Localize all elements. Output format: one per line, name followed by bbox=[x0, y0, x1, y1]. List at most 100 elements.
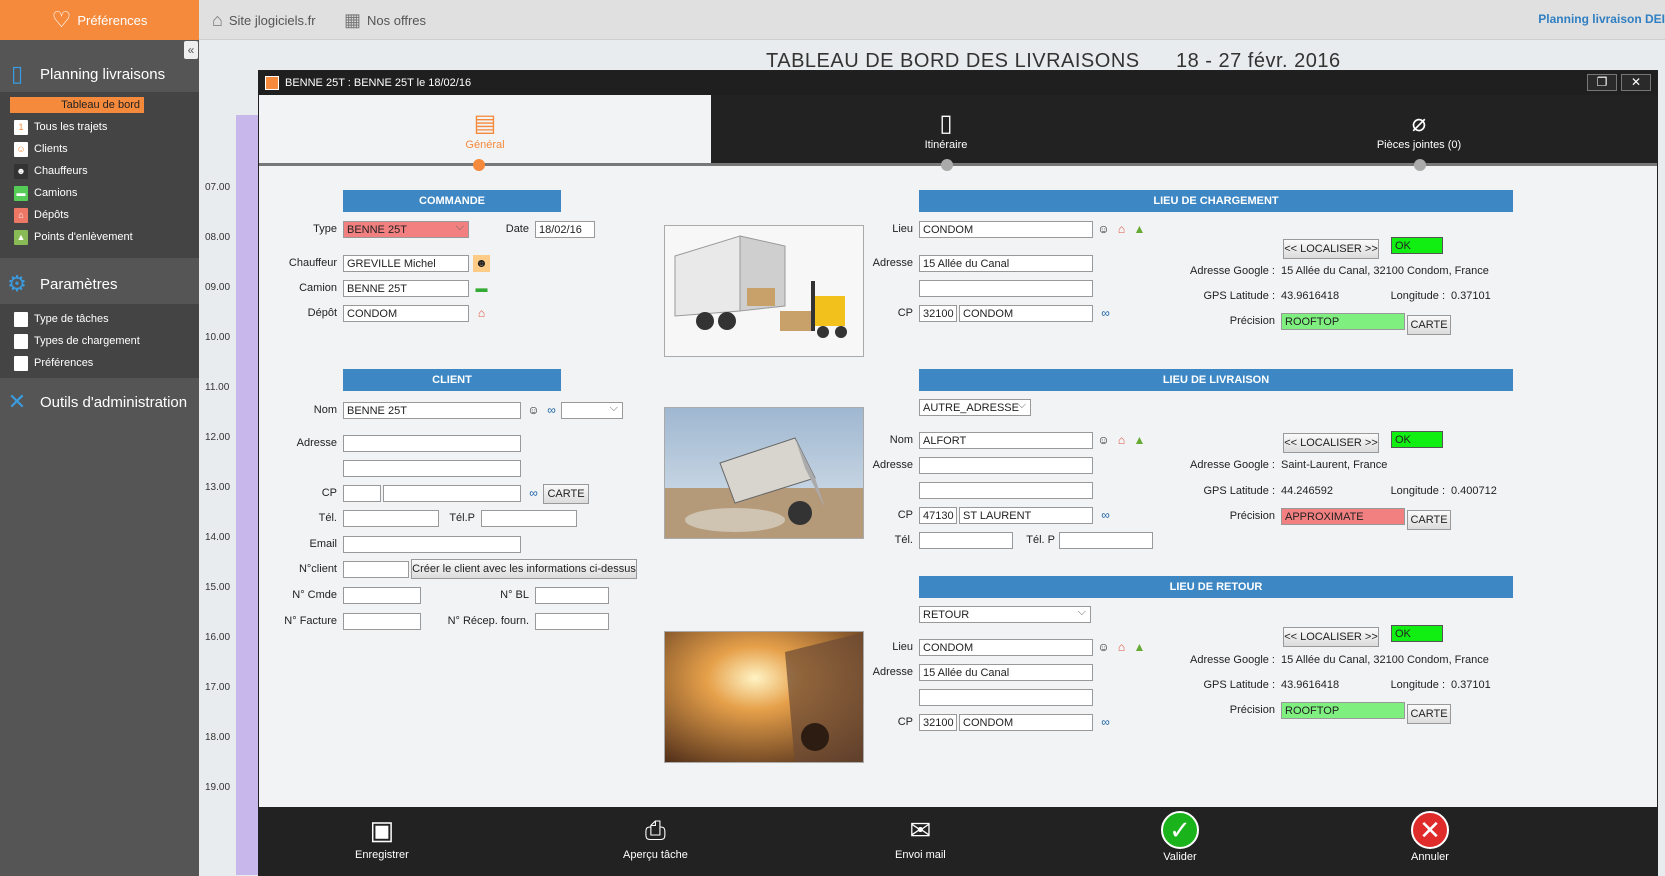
house-icon[interactable]: ⌂ bbox=[1113, 639, 1130, 656]
chargement-cp-field[interactable]: 32100 bbox=[919, 305, 957, 322]
binoculars-icon[interactable]: ∞ bbox=[543, 402, 560, 419]
sidebar-item-type-taches[interactable]: Type de tâches bbox=[0, 308, 199, 330]
client-adresse2-field[interactable] bbox=[343, 460, 521, 477]
sidebar-item-depots[interactable]: ⌂ Dépôts bbox=[0, 204, 199, 226]
sidebar-item-types-chargement[interactable]: Types de chargement bbox=[0, 330, 199, 352]
chauffeur-field[interactable]: GREVILLE Michel bbox=[343, 255, 469, 272]
livraison-localiser-button[interactable]: << LOCALISER >> bbox=[1283, 433, 1379, 453]
close-button[interactable]: ✕ bbox=[1621, 74, 1651, 91]
sidebar-item-camions[interactable]: ▬ Camions bbox=[0, 182, 199, 204]
client-email-field[interactable] bbox=[343, 536, 521, 553]
create-client-button[interactable]: Créer le client avec les informations ci… bbox=[411, 559, 637, 579]
lon-label: Longitude : bbox=[1390, 679, 1445, 691]
sidebar-item-clients[interactable]: ☺ Clients bbox=[0, 138, 199, 160]
planning-section-header[interactable]: ▯ Planning livraisons bbox=[0, 54, 199, 94]
binoculars-icon[interactable]: ∞ bbox=[1097, 507, 1114, 524]
date-field[interactable]: 18/02/16 bbox=[535, 221, 595, 238]
livraison-carte-button[interactable]: CARTE bbox=[1407, 510, 1451, 530]
driver-icon[interactable]: ☻ bbox=[473, 255, 490, 272]
planning-section-title: Planning livraisons bbox=[40, 65, 166, 83]
livraison-precision: APPROXIMATE bbox=[1281, 508, 1405, 525]
retour-lieu-field[interactable]: CONDOM bbox=[919, 639, 1093, 656]
house-icon[interactable]: ⌂ bbox=[473, 305, 490, 322]
binoculars-icon[interactable]: ∞ bbox=[1097, 305, 1114, 322]
livraison-cp-field[interactable]: 47130 bbox=[919, 507, 957, 524]
chargement-adresse2-field[interactable] bbox=[919, 280, 1093, 297]
pickup-icon[interactable]: ▲ bbox=[1131, 639, 1148, 656]
chargement-carte-button[interactable]: CARTE bbox=[1407, 315, 1451, 335]
client-icon[interactable]: ☺ bbox=[1095, 221, 1112, 238]
client-tel-field[interactable] bbox=[343, 510, 439, 527]
chargement-lieu-field[interactable]: CONDOM bbox=[919, 221, 1093, 238]
house-icon[interactable]: ⌂ bbox=[1113, 432, 1130, 449]
pickup-icon[interactable]: ▲ bbox=[1131, 432, 1148, 449]
sidebar-item-tableau-de-bord[interactable]: Tableau de bord bbox=[0, 94, 199, 116]
retour-ville-field[interactable]: CONDOM bbox=[959, 714, 1093, 731]
client-search-icon[interactable]: ☺ bbox=[525, 402, 542, 419]
chargement-adresse-field[interactable]: 15 Allée du Canal bbox=[919, 255, 1093, 272]
nbl-field[interactable] bbox=[535, 587, 609, 604]
retour-mode-select[interactable]: RETOUR bbox=[919, 606, 1091, 623]
chargement-localiser-button[interactable]: << LOCALISER >> bbox=[1283, 239, 1379, 259]
sidebar-item-chauffeurs[interactable]: ☻ Chauffeurs bbox=[0, 160, 199, 182]
livraison-adresse-field[interactable] bbox=[919, 457, 1093, 474]
livraison-ville-field[interactable]: ST LAURENT bbox=[959, 507, 1093, 524]
sidebar-item-label: Types de chargement bbox=[34, 335, 140, 347]
client-cp-field[interactable] bbox=[343, 485, 381, 502]
retour-adresse2-field[interactable] bbox=[919, 689, 1093, 706]
sidebar-item-trajets[interactable]: 1 Tous les trajets bbox=[0, 116, 199, 138]
client-icon[interactable]: ☺ bbox=[1095, 432, 1112, 449]
offers-link[interactable]: ▦ Nos offres bbox=[344, 0, 426, 40]
house-icon[interactable]: ⌂ bbox=[1113, 221, 1130, 238]
restore-button[interactable]: ❐ bbox=[1587, 74, 1617, 91]
pickup-icon[interactable]: ▲ bbox=[1131, 221, 1148, 238]
client-select[interactable] bbox=[561, 402, 623, 419]
pickup-icon: ▲ bbox=[14, 229, 28, 245]
client-telp-field[interactable] bbox=[481, 510, 577, 527]
collapse-sidebar-button[interactable]: « bbox=[184, 41, 198, 59]
binoculars-icon[interactable]: ∞ bbox=[1097, 714, 1114, 731]
mail-button[interactable]: ✉ Envoi mail bbox=[895, 811, 946, 861]
chargement-ville-field[interactable]: CONDOM bbox=[959, 305, 1093, 322]
retour-localiser-button[interactable]: << LOCALISER >> bbox=[1283, 627, 1379, 647]
tab-pieces-jointes[interactable]: ⌀ Pièces jointes (0) bbox=[1181, 95, 1657, 163]
sidebar-item-enlevement[interactable]: ▲ Points d'enlèvement bbox=[0, 226, 199, 248]
livraison-mode-select[interactable]: AUTRE_ADRESSE bbox=[919, 399, 1031, 416]
client-ville-field[interactable] bbox=[383, 485, 521, 502]
livraison-telp-field[interactable] bbox=[1059, 532, 1153, 549]
client-adresse-field[interactable] bbox=[343, 435, 521, 452]
sidebar-item-preferences[interactable]: Préférences bbox=[0, 352, 199, 374]
retour-adresse-field[interactable]: 15 Allée du Canal bbox=[919, 664, 1093, 681]
document-icon: ▯ bbox=[939, 110, 953, 137]
client-icon[interactable]: ☺ bbox=[1095, 639, 1112, 656]
retour-carte-button[interactable]: CARTE bbox=[1407, 704, 1451, 724]
site-link[interactable]: ⌂ Site jlogiciels.fr bbox=[212, 0, 316, 40]
cancel-button[interactable]: ✕ Annuler bbox=[1411, 811, 1449, 863]
tab-general[interactable]: ▤ Général bbox=[259, 95, 711, 163]
ncmde-field[interactable] bbox=[343, 587, 421, 604]
params-menu: Type de tâches Types de chargement Préfé… bbox=[0, 304, 199, 378]
preferences-button[interactable]: ♡ Préférences bbox=[0, 0, 199, 40]
validate-button[interactable]: ✓ Valider bbox=[1161, 811, 1199, 863]
camion-field[interactable]: BENNE 25T bbox=[343, 280, 469, 297]
chargement-latitude: 43.9616418 bbox=[1281, 290, 1340, 302]
livraison-nom-field[interactable]: ALFORT bbox=[919, 432, 1093, 449]
depot-field[interactable]: CONDOM bbox=[343, 305, 469, 322]
client-nom-field[interactable]: BENNE 25T bbox=[343, 402, 521, 419]
livraison-tel-field[interactable] bbox=[919, 532, 1013, 549]
client-carte-button[interactable]: CARTE bbox=[543, 484, 589, 504]
livraison-adresse2-field[interactable] bbox=[919, 482, 1093, 499]
cp-label: CP bbox=[897, 307, 913, 319]
retour-cp-field[interactable]: 32100 bbox=[919, 714, 957, 731]
truck-icon[interactable]: ▬ bbox=[473, 280, 490, 297]
type-select[interactable]: BENNE 25T bbox=[343, 221, 469, 238]
preview-button[interactable]: ⎙ Aperçu tâche bbox=[623, 811, 688, 861]
binoculars-icon[interactable]: ∞ bbox=[525, 485, 542, 502]
tab-itineraire[interactable]: ▯ Itinéraire bbox=[711, 95, 1181, 163]
save-button[interactable]: ▣ Enregistrer bbox=[355, 811, 409, 861]
admin-section-header[interactable]: ✕ Outils d'administration bbox=[0, 382, 199, 422]
params-section-header[interactable]: ⚙ Paramètres bbox=[0, 264, 199, 304]
nrecep-field[interactable] bbox=[535, 613, 609, 630]
client-number-field[interactable] bbox=[343, 561, 409, 578]
nfacture-field[interactable] bbox=[343, 613, 421, 630]
